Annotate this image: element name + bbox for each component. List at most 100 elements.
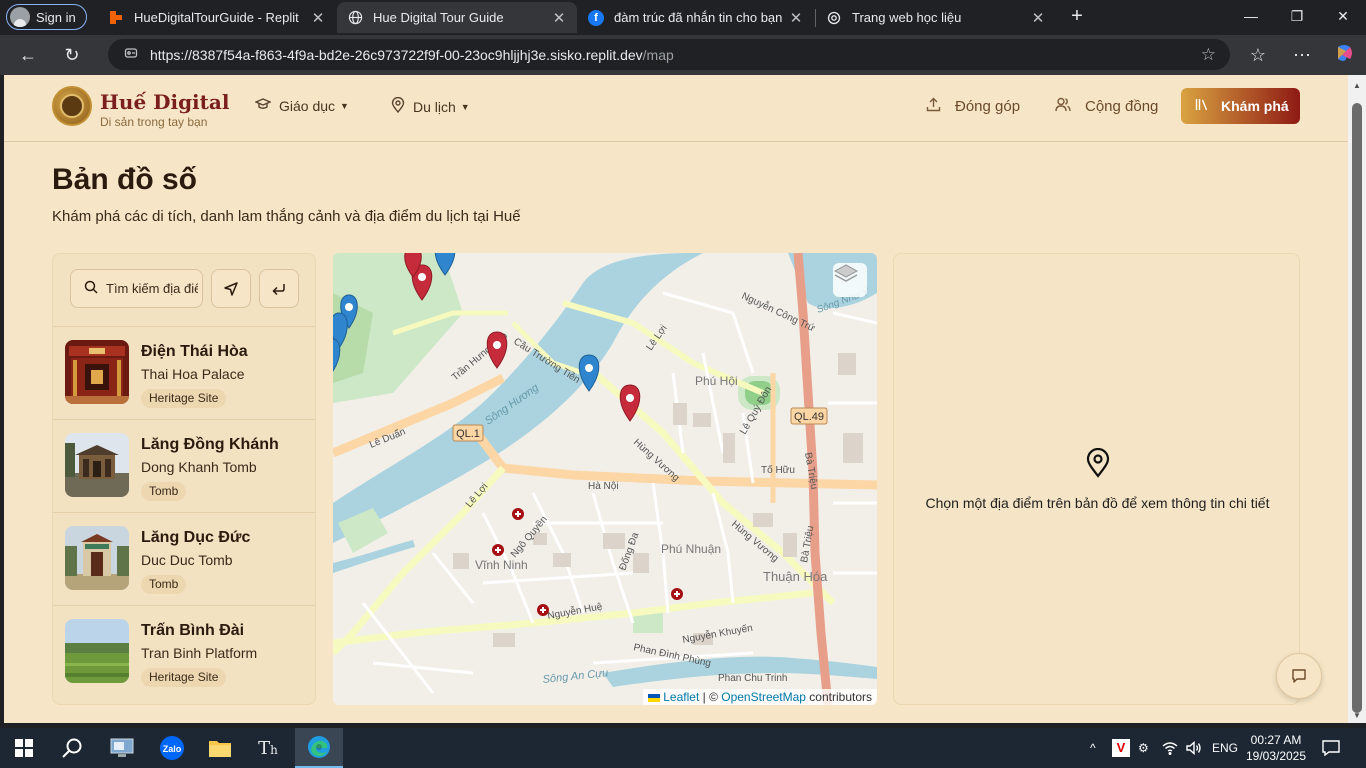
tab-replit[interactable]: HueDigitalTourGuide - Replit ✕ <box>98 2 336 33</box>
search-icon[interactable] <box>48 728 96 768</box>
unikey-icon[interactable]: V <box>1112 728 1130 768</box>
list-item[interactable]: Điện Thái Hòa Thai Hoa Palace Heritage S… <box>53 326 315 419</box>
ime-mode-icon[interactable]: ⚙ <box>1138 728 1149 768</box>
more-menu-icon[interactable]: ⋯ <box>1290 43 1314 67</box>
facebook-favicon-icon: f <box>588 9 604 26</box>
category-badge: Tomb <box>141 482 187 501</box>
community-link[interactable]: Cộng đồng <box>1055 97 1158 116</box>
nav-label: Du lịch <box>413 98 456 115</box>
page-title: Bản đồ số <box>52 163 198 196</box>
list-item[interactable]: Lăng Dục Đức Duc Duc Tomb Tomb <box>53 512 315 605</box>
tab-facebook[interactable]: f đàm trúc đã nhắn tin cho bạn ✕ <box>578 2 814 33</box>
map-label-phuhoi: Phú Hội <box>695 374 738 388</box>
replit-favicon-icon <box>108 10 124 26</box>
nav-travel-menu[interactable]: Du lịch ▼ <box>391 96 470 116</box>
hospital-icon <box>537 604 549 616</box>
layers-control-button[interactable] <box>833 263 867 297</box>
windows-start-icon[interactable] <box>0 728 48 768</box>
search-input[interactable] <box>106 281 198 296</box>
brand-tagline: Di sản trong tay bạn <box>100 115 208 129</box>
locate-me-button[interactable] <box>211 269 251 308</box>
close-window-button[interactable]: ✕ <box>1320 5 1366 27</box>
volume-icon[interactable] <box>1186 728 1202 768</box>
leaflet-link[interactable]: Leaflet <box>663 690 699 704</box>
brand[interactable]: Huế Digital Di sản trong tay bạn <box>100 90 229 129</box>
zalo-icon[interactable]: Zalo <box>148 728 196 768</box>
corner-down-left-icon <box>272 283 285 295</box>
site-info-icon[interactable] <box>116 46 146 63</box>
close-tab-icon[interactable]: ✕ <box>788 9 804 27</box>
system-clock[interactable]: 00:27 AM 19/03/2025 <box>1244 732 1308 764</box>
osm-link[interactable]: OpenStreetMap <box>721 690 806 704</box>
contribute-label: Đóng góp <box>955 98 1021 115</box>
tab-hoc-lieu[interactable]: Trang web học liệu ✕ <box>816 2 1056 33</box>
empty-detail-message: Chọn một địa điểm trên bản đồ để xem thô… <box>925 495 1270 511</box>
ukraine-flag-icon <box>648 693 661 702</box>
close-tab-icon[interactable]: ✕ <box>310 9 326 27</box>
favorites-icon[interactable]: ☆ <box>1246 43 1270 67</box>
url-text: https://8387f54a-f863-4f9a-bd2e-26c97372… <box>150 47 674 63</box>
typing-app-icon[interactable]: Th <box>244 728 292 768</box>
hospital-icon <box>492 544 504 556</box>
bookmark-star-icon[interactable]: ☆ <box>1201 45 1216 65</box>
web-page: Huế Digital Di sản trong tay bạn Giáo dụ… <box>4 75 1348 723</box>
explore-label: Khám phá <box>1221 98 1289 114</box>
clock-time: 00:27 AM <box>1250 733 1302 747</box>
page-subtitle: Khám phá các di tích, danh lam thắng cản… <box>52 208 521 225</box>
address-bar[interactable]: https://8387f54a-f863-4f9a-bd2e-26c97372… <box>108 39 1230 70</box>
list-item[interactable]: Trấn Bình Đài Tran Binh Platform Heritag… <box>53 605 315 698</box>
category-badge: Heritage Site <box>141 389 227 408</box>
back-arrow-icon[interactable]: ← <box>16 43 40 67</box>
edge-browser-icon[interactable] <box>295 728 343 768</box>
profile-avatar-icon <box>10 7 30 27</box>
sign-in-label: Sign in <box>36 9 76 25</box>
new-tab-button[interactable]: + <box>1066 5 1088 27</box>
map-label-phunhuan: Phú Nhuận <box>661 542 721 556</box>
close-tab-icon[interactable]: ✕ <box>551 9 567 27</box>
minimize-button[interactable]: — <box>1228 5 1274 27</box>
category-badge: Tomb <box>141 575 187 594</box>
clock-date: 19/03/2025 <box>1245 749 1307 763</box>
close-tab-icon[interactable]: ✕ <box>1030 9 1046 27</box>
map-pin-icon <box>391 96 405 116</box>
reload-icon[interactable]: ↻ <box>60 43 84 67</box>
file-explorer-icon[interactable] <box>196 728 244 768</box>
map-view[interactable]: Sông Hương Sông An Cựu Sông Như Ý Phú Hộ… <box>333 253 877 705</box>
contribute-link[interactable]: Đóng góp <box>926 97 1020 116</box>
scrollbar-thumb[interactable] <box>1352 103 1362 713</box>
scroll-down-arrow-icon[interactable]: ▼ <box>1353 711 1361 720</box>
windows-taskbar: Zalo Th ^ V ⚙ ENG 00:27 AM 19/03/2025 <box>0 728 1366 768</box>
place-thumbnail <box>65 526 129 590</box>
tab-hue-digital[interactable]: Hue Digital Tour Guide ✕ <box>337 2 577 33</box>
nav-education-menu[interactable]: Giáo dục ▼ <box>254 97 349 114</box>
show-hidden-icons-icon[interactable]: ^ <box>1090 728 1096 768</box>
sign-in-button[interactable]: Sign in <box>6 4 87 30</box>
enter-button[interactable] <box>259 269 299 308</box>
hospital-icon <box>512 508 524 520</box>
restore-button[interactable]: ❐ <box>1274 5 1320 27</box>
list-item[interactable]: Lăng Đồng Khánh Dong Khanh Tomb Tomb <box>53 419 315 512</box>
browser-tab-bar: Sign in HueDigitalTourGuide - Replit ✕ H… <box>0 0 1366 35</box>
input-language[interactable]: ENG <box>1212 728 1238 768</box>
wifi-icon[interactable] <box>1162 728 1178 768</box>
notifications-icon[interactable] <box>1322 728 1340 768</box>
control-panel-icon[interactable] <box>98 728 146 768</box>
copilot-icon[interactable] <box>1332 43 1356 67</box>
explore-button[interactable]: Khám phá <box>1181 88 1300 124</box>
graduation-cap-icon <box>254 97 272 114</box>
map-pin-icon <box>1086 448 1110 478</box>
place-name: Điện Thái Hòa <box>141 343 248 360</box>
chat-button[interactable] <box>1276 653 1322 699</box>
map-label-hanoi: Hà Nội <box>588 481 619 492</box>
site-header: Huế Digital Di sản trong tay bạn Giáo dụ… <box>4 75 1348 142</box>
scroll-up-arrow-icon[interactable]: ▲ <box>1353 81 1361 90</box>
site-logo[interactable] <box>52 86 92 126</box>
svg-text:Zalo: Zalo <box>163 744 182 754</box>
navigation-arrow-icon <box>224 281 238 296</box>
openai-favicon-icon <box>826 10 842 26</box>
map-attribution: Leaflet | © OpenStreetMap contributors <box>643 689 877 705</box>
map-tiles: Sông Hương Sông An Cựu Sông Như Ý Phú Hộ… <box>333 253 877 705</box>
map-label-tohuu: Tố Hữu <box>761 464 795 476</box>
page-scrollbar[interactable]: ▲ ▼ <box>1348 75 1366 723</box>
search-box[interactable] <box>70 269 203 308</box>
